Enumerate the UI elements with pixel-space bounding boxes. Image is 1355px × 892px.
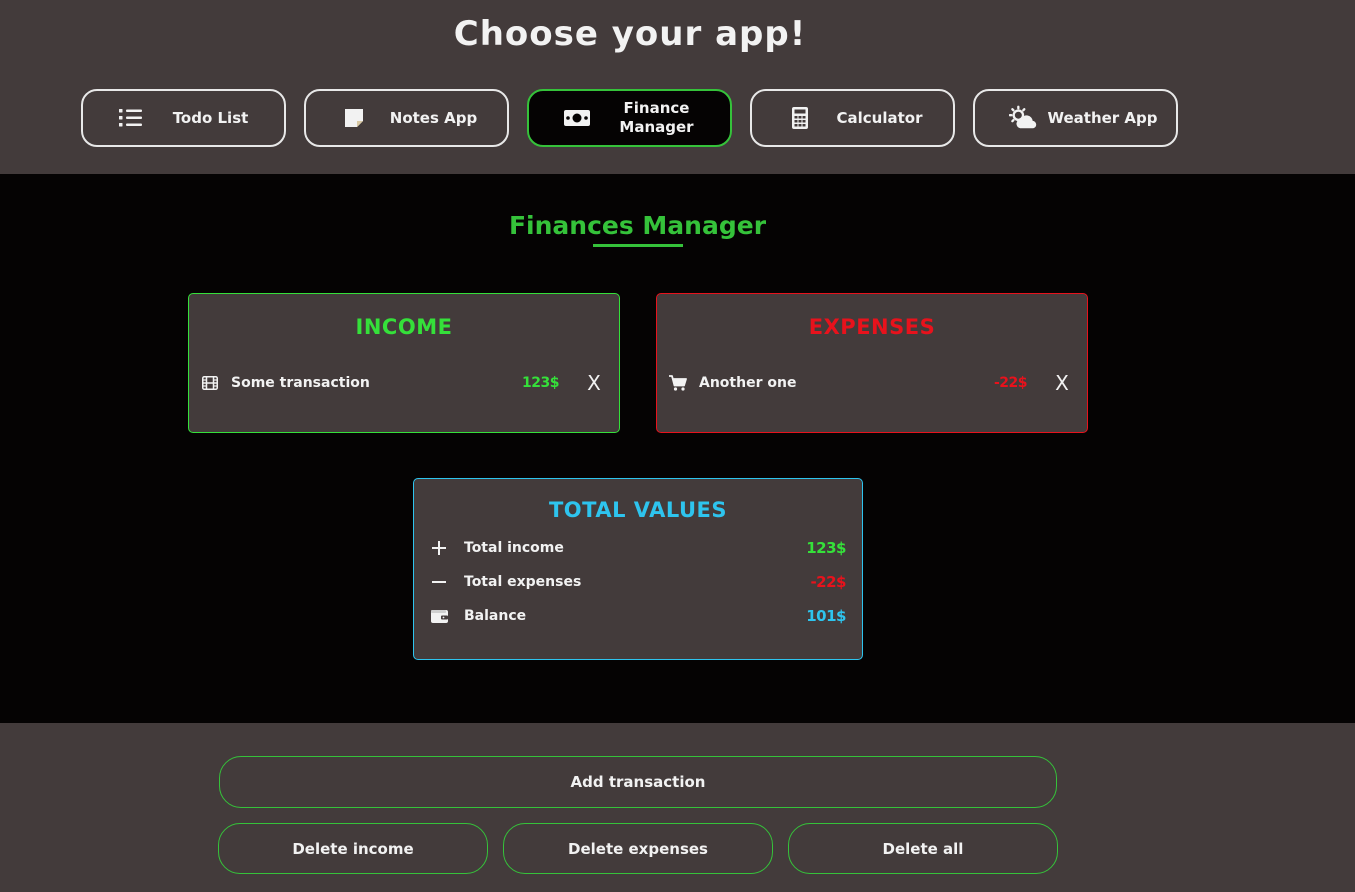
app-button-calculator[interactable]: Calculator [750,89,955,147]
total-income-value: 123$ [806,539,846,557]
balance-row: Balance 101$ [430,605,846,627]
balance-value: 101$ [806,607,846,625]
finance-manager-section: Finances Manager INCOME Some transaction… [0,174,1355,723]
expenses-panel: EXPENSES Another one -22$ X [656,293,1088,433]
minus-icon [430,573,448,591]
list-icon [117,104,145,132]
app-button-finance-manager[interactable]: Finance Manager [527,89,732,147]
totals-title: TOTAL VALUES [548,498,728,522]
app-button-label: Notes App [389,108,478,127]
total-expenses-label: Total expenses [464,574,582,590]
total-income-row: Total income 123$ [430,537,846,559]
app-button-label: Todo List [172,108,249,127]
plus-icon [430,539,448,557]
totals-panel: TOTAL VALUES Total income 123$ Total exp… [413,478,863,660]
transaction-name: Some transaction [231,375,370,391]
transaction-name: Another one [699,375,797,391]
transaction-amount: -22$ [993,375,1028,391]
income-panel: INCOME Some transaction 123$ X [188,293,620,433]
app-button-todo-list[interactable]: Todo List [81,89,286,147]
total-expenses-value: -22$ [810,573,846,591]
delete-transaction-button[interactable]: X [1053,371,1071,395]
wallet-icon [430,607,448,625]
delete-transaction-button[interactable]: X [585,371,603,395]
app-button-label: Calculator [836,108,923,127]
title-underline [593,244,683,247]
app-button-weather-app[interactable]: Weather App [973,89,1178,147]
delete-all-button[interactable]: Delete all [788,823,1058,874]
page-title: Choose your app! [453,14,807,54]
section-title: Finances Manager [508,211,767,240]
income-title: INCOME [355,315,453,339]
expense-transaction-row: Another one -22$ X [669,371,1071,395]
balance-label: Balance [464,608,527,624]
app-button-label: Weather App [1047,108,1158,127]
total-income-label: Total income [464,540,564,556]
app-button-label: Finance Manager [619,99,694,136]
sun-cloud-icon [1009,104,1037,132]
total-expenses-row: Total expenses -22$ [430,571,846,593]
expenses-title: EXPENSES [808,315,936,339]
transaction-amount: 123$ [522,375,559,391]
delete-expenses-button[interactable]: Delete expenses [503,823,773,874]
film-icon [201,374,219,392]
add-transaction-button[interactable]: Add transaction [219,756,1057,808]
app-button-notes-app[interactable]: Notes App [304,89,509,147]
delete-income-button[interactable]: Delete income [218,823,488,874]
income-transaction-row: Some transaction 123$ X [201,371,603,395]
actions-footer: Add transaction Delete income Delete exp… [0,723,1355,892]
app-switcher-header: Choose your app! Todo List Notes App Fin… [0,0,1355,174]
money-bill-icon [563,104,591,132]
cart-icon [669,374,687,392]
calculator-icon [786,104,814,132]
sticky-note-icon [340,104,368,132]
